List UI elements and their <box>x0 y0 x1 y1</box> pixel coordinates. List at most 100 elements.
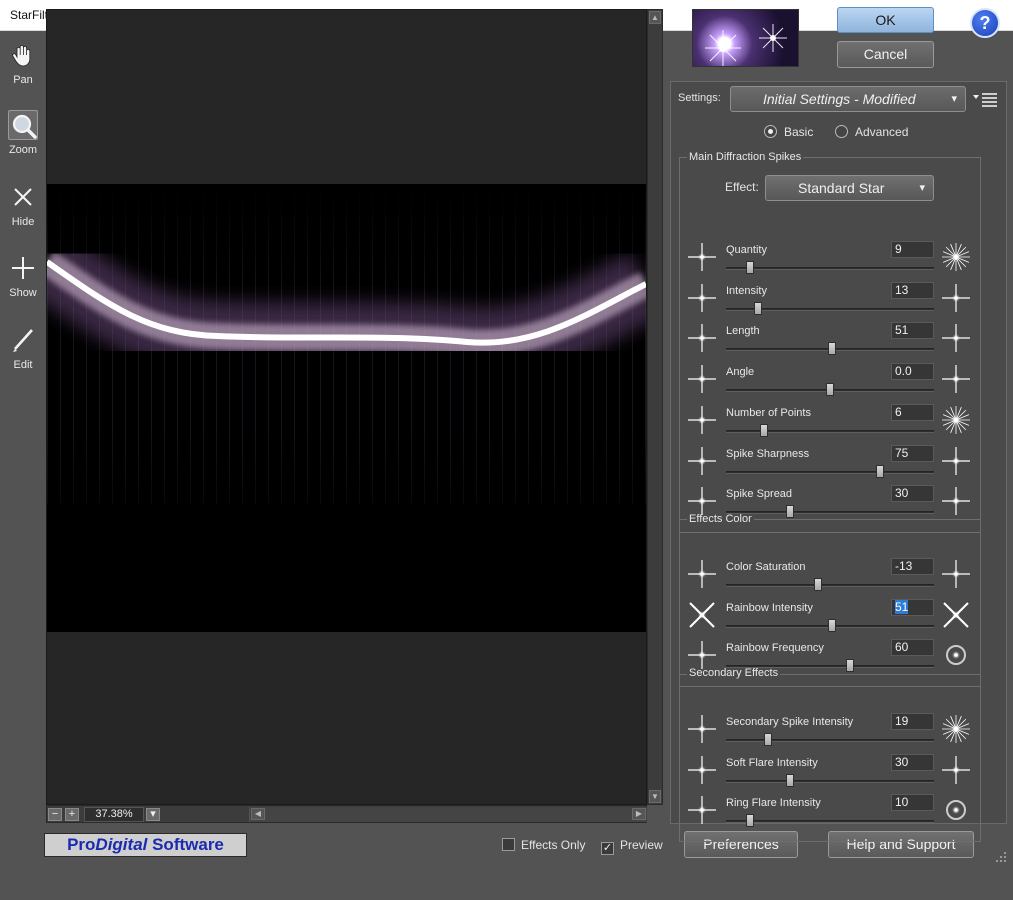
main-spikes-title: Main Diffraction Spikes <box>687 151 804 163</box>
settings-dropdown[interactable]: Initial Settings - Modified ▾ <box>730 86 966 112</box>
hide-tool[interactable]: Hide <box>4 182 42 238</box>
settings-menu-icon[interactable] <box>972 91 998 107</box>
mode-advanced-label: Advanced <box>855 125 909 139</box>
preview-canvas[interactable] <box>46 9 647 805</box>
slider-label: Angle <box>726 366 755 379</box>
slider-row: Angle 0.0 <box>686 363 978 403</box>
slider-row: Number of Points 6 <box>686 403 978 444</box>
slider-knob[interactable] <box>814 578 822 591</box>
mode-basic-radio[interactable]: Basic <box>764 125 813 139</box>
cancel-button[interactable]: Cancel <box>837 41 934 68</box>
slider-knob[interactable] <box>746 261 754 274</box>
zoom-in-button[interactable]: + <box>65 808 79 821</box>
slider-knob[interactable] <box>764 733 772 746</box>
slider-value-field[interactable]: 75 <box>891 444 934 462</box>
radio-selected-icon <box>764 125 777 138</box>
zoom-tool[interactable]: Zoom <box>4 110 42 166</box>
slider-row: Secondary Spike Intensity 19 <box>686 713 978 753</box>
slider-knob[interactable] <box>826 383 834 397</box>
x-cross-icon <box>8 182 38 212</box>
star-preview-low-icon <box>686 558 718 590</box>
slider-label: Secondary Spike Intensity <box>726 716 854 728</box>
slider-track[interactable] <box>726 470 934 474</box>
slider-value-field[interactable]: 13 <box>891 281 934 299</box>
ok-button[interactable]: OK <box>837 7 934 33</box>
vertical-scrollbar[interactable]: ▲ ▼ <box>647 9 663 805</box>
star-preview-low-icon <box>686 485 718 517</box>
chevron-down-icon: ▾ <box>951 93 957 105</box>
slider-value-field[interactable]: -13 <box>891 558 934 575</box>
slider-track[interactable] <box>726 779 934 783</box>
star-preview-low-icon <box>686 322 718 354</box>
slider-value-field[interactable]: 51 <box>891 322 934 340</box>
slider-knob[interactable] <box>846 659 854 673</box>
effect-thumbnail <box>692 9 799 67</box>
preview-checkbox[interactable]: ✓ Preview <box>601 838 663 855</box>
slider-knob[interactable] <box>786 505 794 519</box>
resize-grip-icon[interactable] <box>990 846 1008 864</box>
slider-knob[interactable] <box>760 423 768 437</box>
slider-label: Spike Sharpness <box>726 447 810 460</box>
slider-track[interactable] <box>726 739 934 742</box>
star-preview-high-icon <box>940 713 974 745</box>
mode-advanced-radio[interactable]: Advanced <box>835 125 908 139</box>
slider-value-field[interactable]: 60 <box>891 639 934 657</box>
star-preview-low-icon <box>686 794 718 826</box>
help-icon[interactable]: ? <box>970 8 1000 38</box>
slider-knob[interactable] <box>754 301 762 315</box>
slider-track[interactable] <box>726 267 934 270</box>
slider-value-field[interactable]: 9 <box>891 241 934 258</box>
slider-label: Quantity <box>726 244 767 256</box>
star-preview-high-icon <box>940 599 974 631</box>
zoom-out-button[interactable]: − <box>48 808 62 821</box>
effect-label: Effect: <box>725 180 759 194</box>
slider-row: Intensity 13 <box>686 281 978 322</box>
slider-value-field[interactable]: 51 <box>891 598 934 616</box>
edit-tool[interactable]: Edit <box>4 325 42 381</box>
scroll-right-icon[interactable]: ▶ <box>632 808 646 820</box>
show-tool[interactable]: Show <box>4 253 42 309</box>
slider-track[interactable] <box>726 665 934 669</box>
pan-tool[interactable]: Pan <box>4 40 42 96</box>
effects-only-checkbox[interactable]: Effects Only <box>502 838 585 852</box>
slider-value-field[interactable]: 19 <box>891 713 934 730</box>
slider-value-field[interactable]: 10 <box>891 794 934 812</box>
horizontal-scrollbar[interactable]: ◀ ▶ <box>249 807 647 822</box>
radio-unselected-icon <box>835 125 848 138</box>
zoom-label: Zoom <box>8 144 38 156</box>
effects-only-label: Effects Only <box>521 838 586 852</box>
preview-label: Preview <box>620 838 663 852</box>
prodigital-logo[interactable]: ProDigital Software <box>44 833 247 857</box>
slider-row: Rainbow Frequency 60 <box>686 639 978 679</box>
slider-knob[interactable] <box>828 342 836 356</box>
slider-label: Rainbow Intensity <box>726 601 813 614</box>
slider-knob[interactable] <box>828 618 836 632</box>
slider-value-field[interactable]: 6 <box>891 403 934 421</box>
zoom-level[interactable]: 37.38% <box>84 807 144 822</box>
slider-knob[interactable] <box>876 464 884 478</box>
slider-value-field[interactable]: 30 <box>891 753 934 771</box>
star-preview-high-icon <box>940 404 974 436</box>
star-preview-low-icon <box>686 445 718 477</box>
slider-track[interactable] <box>726 820 934 824</box>
edit-label: Edit <box>13 359 33 371</box>
checkbox-unchecked-icon <box>502 838 515 851</box>
slider-value-field[interactable]: 0.0 <box>891 363 934 381</box>
scroll-left-icon[interactable]: ◀ <box>251 808 265 820</box>
slider-label: Intensity <box>726 284 767 297</box>
slider-knob[interactable] <box>746 814 754 828</box>
slider-label: Color Saturation <box>726 561 806 573</box>
star-preview-high-icon <box>940 445 974 477</box>
star-preview-high-icon <box>940 282 974 314</box>
scroll-down-icon[interactable]: ▼ <box>649 790 661 803</box>
slider-track[interactable] <box>726 511 934 515</box>
zoom-dropdown-button[interactable]: ▾ <box>146 808 160 821</box>
effect-dropdown[interactable]: Standard Star ▾ <box>765 175 934 201</box>
scroll-up-icon[interactable]: ▲ <box>649 11 661 24</box>
slider-value-field[interactable]: 30 <box>891 485 934 503</box>
hide-label: Hide <box>11 216 35 228</box>
mode-basic-label: Basic <box>784 125 814 139</box>
slider-track[interactable] <box>726 584 934 587</box>
slider-track[interactable] <box>726 429 934 433</box>
slider-knob[interactable] <box>786 773 794 787</box>
